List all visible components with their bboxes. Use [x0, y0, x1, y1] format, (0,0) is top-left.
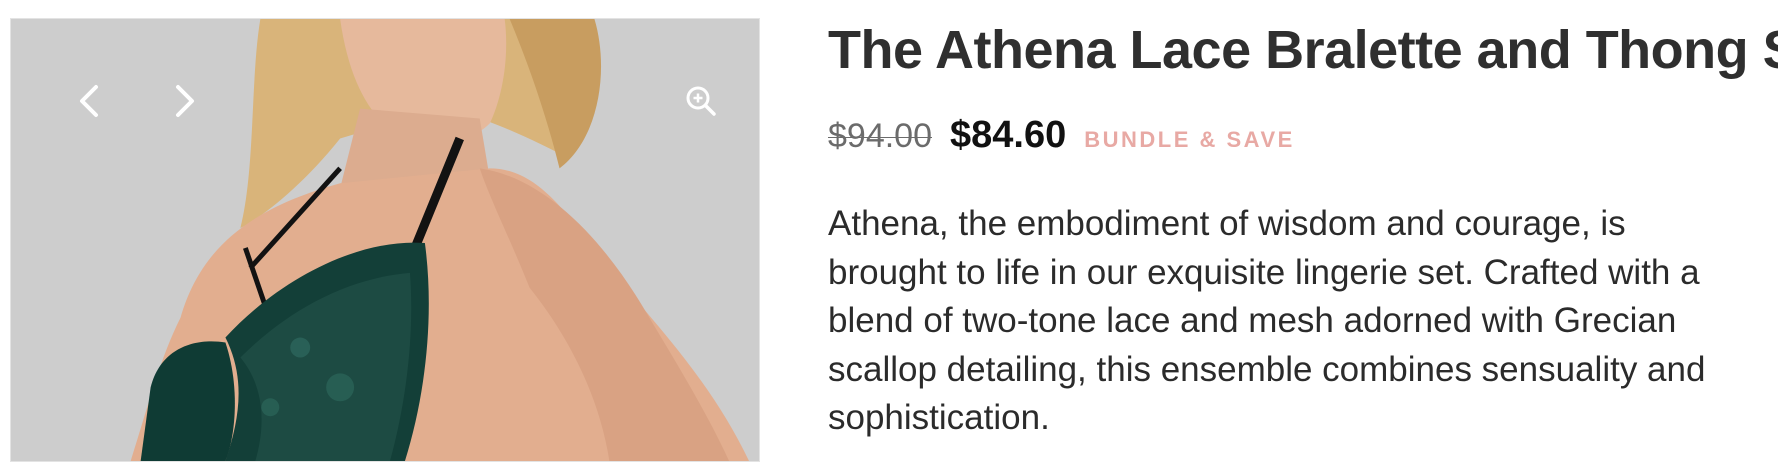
product-description: Athena, the embodiment of wisdom and cou…	[828, 204, 1706, 437]
gallery-prev-button[interactable]	[67, 79, 111, 123]
product-info: The Athena Lace Bralette and Thong Set $…	[828, 14, 1778, 443]
original-price: $94.00	[828, 117, 932, 155]
zoom-in-icon	[686, 86, 716, 116]
gallery-next-button[interactable]	[163, 79, 207, 123]
gallery-zoom-button[interactable]	[679, 79, 723, 123]
product-photo	[11, 19, 759, 461]
chevron-left-icon	[80, 85, 98, 117]
product-title: The Athena Lace Bralette and Thong Set	[828, 20, 1778, 80]
product-image-gallery[interactable]	[10, 18, 760, 462]
price-row: $94.00 $84.60 BUNDLE & SAVE	[828, 114, 1758, 158]
bundle-badge: BUNDLE & SAVE	[1084, 127, 1295, 152]
sale-price: $84.60	[950, 114, 1067, 156]
chevron-right-icon	[176, 85, 194, 117]
